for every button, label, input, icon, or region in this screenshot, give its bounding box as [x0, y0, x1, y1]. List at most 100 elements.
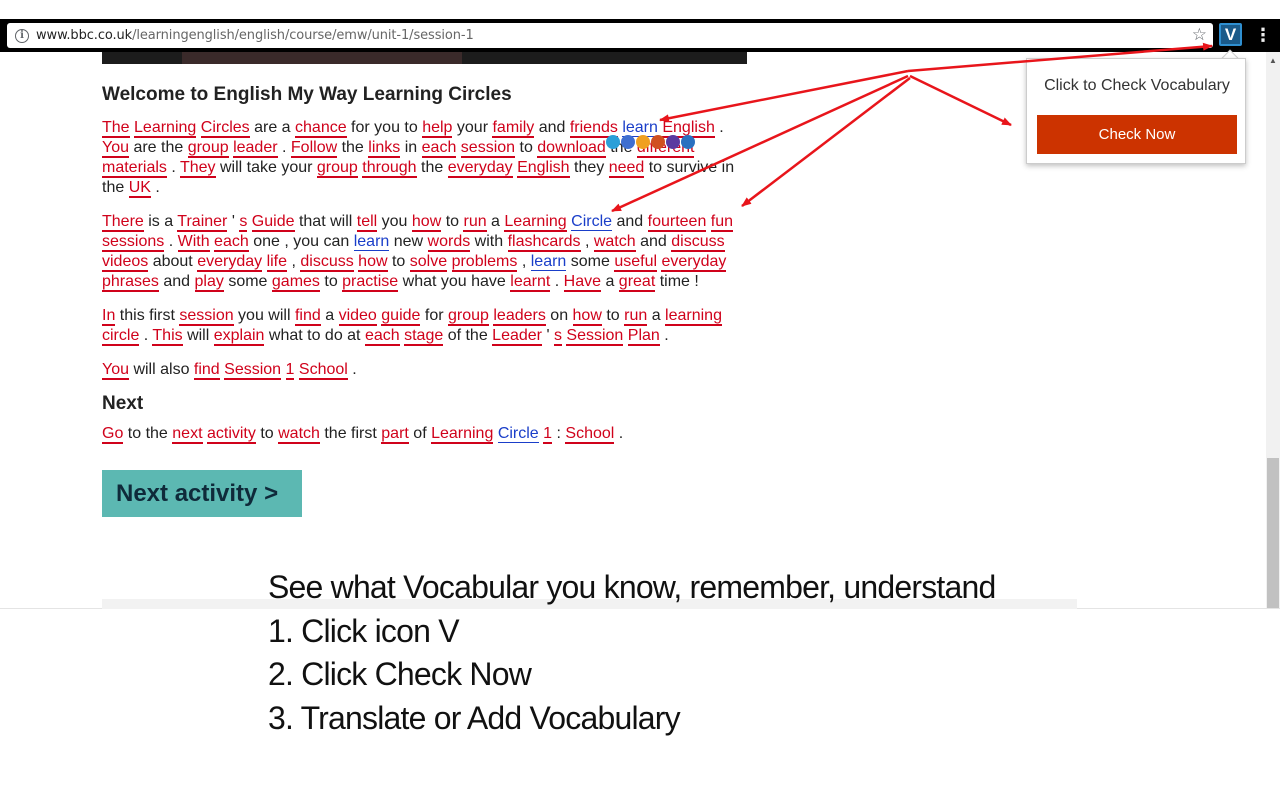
- vocabulary-word-link[interactable]: circle: [102, 327, 140, 346]
- vocabulary-word-link[interactable]: discuss: [300, 253, 354, 272]
- vocabulary-word-link[interactable]: Session: [566, 327, 624, 346]
- scroll-up-arrow-icon[interactable]: ▲: [1266, 56, 1280, 68]
- list-icon[interactable]: [666, 135, 680, 149]
- vocabulary-word-link[interactable]: games: [271, 273, 320, 292]
- vocabulary-word-link[interactable]: In: [102, 307, 116, 326]
- scrollbar-thumb[interactable]: [1267, 458, 1279, 608]
- vocabulary-word-link[interactable]: each: [364, 327, 400, 346]
- vocabulary-word-link[interactable]: Session: [224, 361, 282, 380]
- vocabulary-word-link[interactable]: 1: [285, 361, 295, 380]
- kebab-menu-icon[interactable]: ⋮: [1254, 24, 1272, 46]
- vocabulary-word-link[interactable]: find: [294, 307, 321, 326]
- vocabulary-word-link[interactable]: family: [492, 119, 535, 138]
- vocabulary-word-link[interactable]: flashcards: [507, 233, 581, 252]
- vocabulary-word-link[interactable]: download: [537, 139, 606, 158]
- vocabulary-word-link[interactable]: s: [553, 327, 562, 346]
- vocabulary-word-link[interactable]: practise: [342, 273, 399, 292]
- search-icon[interactable]: [606, 135, 620, 149]
- vocabulary-word-link[interactable]: tell: [356, 213, 378, 232]
- vocabulary-word-link[interactable]: sessions: [102, 233, 165, 252]
- vocabulary-word-link[interactable]: play: [194, 273, 224, 292]
- vocabulary-word-link[interactable]: There: [102, 213, 144, 232]
- vocabulary-word-link[interactable]: UK: [128, 179, 151, 198]
- vocabulary-word-link[interactable]: group: [447, 307, 489, 326]
- vocabulary-word-link[interactable]: run: [463, 213, 487, 232]
- vocabulary-word-link[interactable]: words: [427, 233, 471, 252]
- vocabulary-word-link[interactable]: each: [421, 139, 457, 158]
- vocabulary-word-link[interactable]: Follow: [290, 139, 338, 158]
- vocabulary-word-link[interactable]: Trainer: [177, 213, 228, 232]
- vocabulary-word-link[interactable]: You: [102, 139, 129, 158]
- vocabulary-word-link[interactable]: You: [102, 361, 129, 380]
- vocabulary-word-link[interactable]: learning: [665, 307, 722, 326]
- url-text[interactable]: www.bbc.co.uk/learningenglish/english/co…: [36, 28, 474, 43]
- vocabulary-word-link[interactable]: video: [338, 307, 377, 326]
- vocabulary-word-link[interactable]: session: [179, 307, 234, 326]
- vocabulary-word-link[interactable]: watch: [593, 233, 636, 252]
- vocabulary-word-link[interactable]: how: [572, 307, 602, 326]
- vocabulary-word-link[interactable]: useful: [614, 253, 658, 272]
- vocabulary-word-link[interactable]: how: [411, 213, 442, 232]
- vocabulary-word-link[interactable]: part: [381, 425, 409, 444]
- vocabulary-word-link[interactable]: life: [266, 253, 288, 272]
- video-player-bottom[interactable]: [102, 52, 747, 64]
- vocabulary-word-link[interactable]: Leader: [492, 327, 542, 346]
- vocabulary-word-link[interactable]: learnt: [510, 273, 551, 292]
- vocabulary-word-link[interactable]: chance: [295, 119, 347, 138]
- vocabulary-word-link[interactable]: Circles: [200, 119, 250, 138]
- vocabulary-word-link[interactable]: everyday: [197, 253, 263, 272]
- vocabulary-word-link[interactable]: English: [517, 159, 570, 178]
- bookmark-icon[interactable]: [651, 135, 665, 149]
- vocabulary-word-link[interactable]: Plan: [627, 327, 660, 346]
- vocabulary-word-link[interactable]: activity: [206, 425, 256, 444]
- info-circle-icon[interactable]: [621, 135, 635, 149]
- vocabulary-word-link[interactable]: great: [618, 273, 656, 292]
- info-icon[interactable]: i: [15, 28, 29, 43]
- vocabulary-word-link[interactable]: Guide: [251, 213, 295, 232]
- vocabulary-word-link[interactable]: solve: [409, 253, 448, 272]
- known-word-link[interactable]: Circle: [497, 425, 539, 443]
- vocabulary-word-link[interactable]: This: [152, 327, 183, 346]
- vocabulary-word-link[interactable]: everyday: [447, 159, 513, 178]
- vocabulary-word-link[interactable]: everyday: [661, 253, 727, 272]
- vocabulary-word-link[interactable]: links: [368, 139, 401, 158]
- vocabulary-word-link[interactable]: group: [316, 159, 358, 178]
- vocabulary-word-link[interactable]: how: [358, 253, 388, 272]
- vocabulary-extension-icon[interactable]: V: [1219, 23, 1242, 46]
- check-icon[interactable]: [681, 135, 695, 149]
- vocabulary-word-link[interactable]: Learning: [504, 213, 567, 232]
- vocabulary-word-link[interactable]: group: [187, 139, 229, 158]
- vocabulary-word-link[interactable]: discuss: [671, 233, 725, 252]
- vocabulary-word-link[interactable]: guide: [381, 307, 421, 326]
- vocabulary-word-link[interactable]: 1: [543, 425, 553, 444]
- vocabulary-word-link[interactable]: s: [239, 213, 248, 232]
- vocabulary-word-link[interactable]: next: [172, 425, 203, 444]
- vocabulary-word-link[interactable]: need: [608, 159, 645, 178]
- vocabulary-word-link[interactable]: The: [102, 119, 130, 138]
- vocabulary-word-link[interactable]: each: [214, 233, 249, 252]
- vocabulary-word-link[interactable]: leaders: [493, 307, 546, 326]
- vocabulary-word-link[interactable]: stage: [404, 327, 444, 346]
- known-word-link[interactable]: Circle: [571, 213, 613, 231]
- next-activity-button[interactable]: Next activity >: [102, 470, 302, 517]
- vocabulary-word-link[interactable]: videos: [102, 253, 149, 272]
- vocabulary-word-link[interactable]: phrases: [102, 273, 159, 292]
- vocabulary-word-link[interactable]: School: [565, 425, 615, 444]
- star-icon[interactable]: ☆: [1192, 25, 1207, 45]
- vocabulary-word-link[interactable]: Go: [102, 425, 124, 444]
- vocabulary-word-link[interactable]: materials: [102, 159, 167, 178]
- vocabulary-word-link[interactable]: With: [177, 233, 210, 252]
- vocabulary-word-link[interactable]: leader: [233, 139, 278, 158]
- known-word-link[interactable]: learn: [353, 233, 390, 251]
- vocabulary-word-link[interactable]: Learning: [431, 425, 494, 444]
- vocabulary-word-link[interactable]: help: [422, 119, 453, 138]
- vocabulary-word-link[interactable]: find: [193, 361, 220, 380]
- vocabulary-word-link[interactable]: fun: [710, 213, 734, 232]
- vocabulary-word-link[interactable]: problems: [451, 253, 518, 272]
- vocabulary-word-link[interactable]: through: [362, 159, 417, 178]
- vocabulary-word-link[interactable]: School: [298, 361, 348, 380]
- vocabulary-word-link[interactable]: explain: [213, 327, 265, 346]
- vocabulary-word-link[interactable]: Learning: [134, 119, 197, 138]
- book-icon[interactable]: [636, 135, 650, 149]
- check-now-button[interactable]: Check Now: [1037, 115, 1237, 154]
